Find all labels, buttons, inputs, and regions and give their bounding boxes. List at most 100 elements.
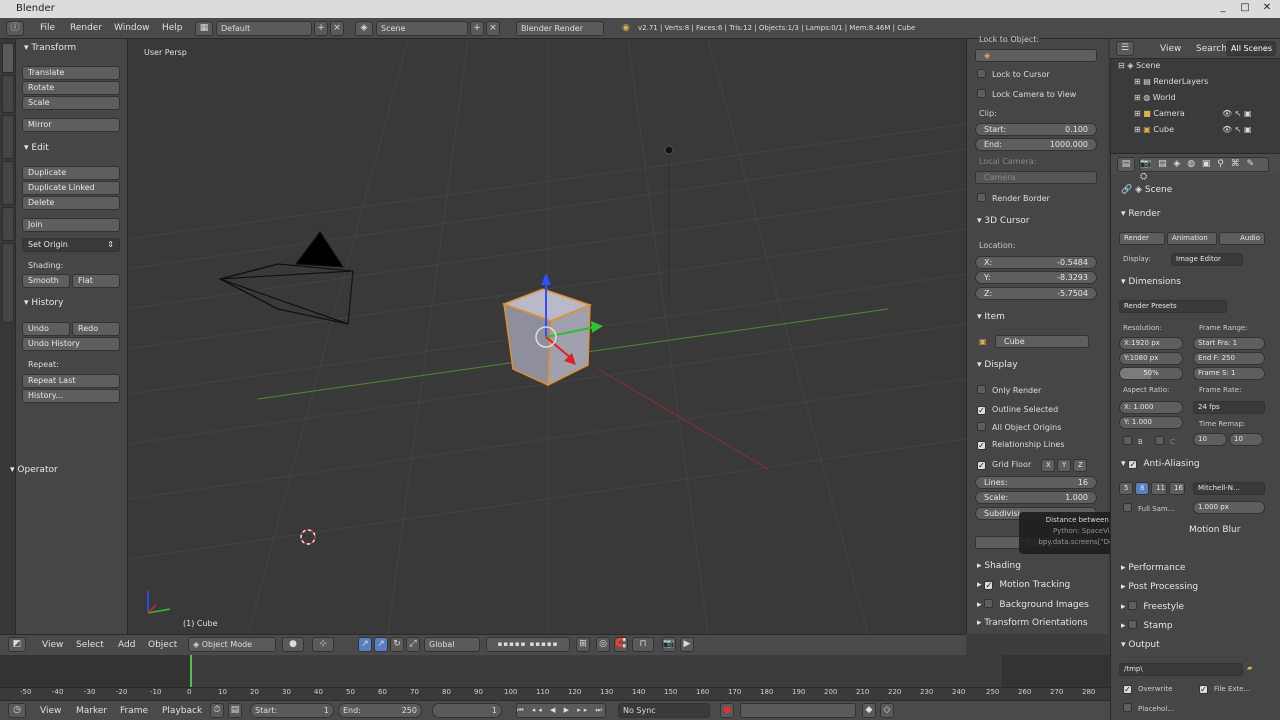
mirror-button[interactable]: Mirror (22, 118, 120, 132)
stamp-panel-header[interactable]: ▸ Stamp (1121, 620, 1173, 631)
flat-button[interactable]: Flat (72, 274, 120, 288)
current-frame-marker[interactable] (190, 655, 192, 687)
display-mode-dropdown[interactable]: Image Editor (1171, 253, 1243, 266)
operator-panel-header[interactable]: ▾ Operator (10, 465, 58, 475)
all-object-origins-checkbox[interactable]: All Object Origins (977, 422, 1061, 432)
view3d-menu-view[interactable]: View (42, 640, 63, 650)
start-frame-field[interactable]: Start: 1 (250, 703, 334, 718)
shading-panel-header[interactable]: ▸ Shading (977, 561, 1021, 571)
current-frame-field[interactable]: 1 (432, 703, 502, 718)
aa-samples-8[interactable]: 8 (1135, 482, 1149, 495)
minimize-button[interactable]: _ (1216, 2, 1230, 14)
rotate-button[interactable]: Rotate (22, 81, 120, 95)
translate-manipulator-icon[interactable]: ↗ (374, 637, 388, 652)
tab-animation[interactable] (2, 161, 14, 205)
grid-scale-field[interactable]: Scale: 1.000 (975, 491, 1097, 504)
transform-panel-header[interactable]: ▾ Transform (24, 43, 76, 53)
visibility-eye-icon[interactable]: 👁 ↖ ▣ (1222, 109, 1252, 118)
close-button[interactable]: ✕ (1260, 2, 1274, 14)
viewport-shading-icon[interactable]: ● (282, 637, 304, 652)
local-camera-field[interactable]: Camera (975, 171, 1097, 184)
repeat-last-button[interactable]: Repeat Last (22, 374, 120, 388)
record-icon[interactable]: ● (720, 703, 734, 718)
aa-filter-dropdown[interactable]: Mitchell-N... (1193, 482, 1265, 495)
aspect-y-field[interactable]: Y: 1.000 (1119, 416, 1183, 429)
preview-range-icon[interactable]: ⏱ (210, 703, 224, 718)
edit-panel-header[interactable]: ▾ Edit (24, 143, 49, 153)
delete-button[interactable]: Delete (22, 196, 120, 210)
cursor-y-field[interactable]: Y: -8.3293 (975, 271, 1097, 284)
outliner-editor-icon[interactable]: ☰ (1116, 41, 1134, 56)
item-panel-header[interactable]: ▾ Item (977, 312, 1005, 322)
view3d-editor-icon[interactable]: ◩ (8, 637, 26, 652)
freestyle-panel-header[interactable]: ▸ Freestyle (1121, 601, 1184, 612)
pivot-point-icon[interactable]: ⊹ (312, 637, 334, 652)
3d-cursor-panel-header[interactable]: ▾ 3D Cursor (977, 216, 1030, 226)
manipulator-toggle-icon[interactable]: ↗ (358, 637, 372, 652)
aa-samples-11[interactable]: 11 (1151, 482, 1167, 495)
properties-editor-icon[interactable]: ▤ (1117, 157, 1135, 172)
outliner-item-world[interactable]: ⊞ ◍ World (1134, 93, 1176, 102)
3d-viewport[interactable]: User Persp (1) Cube (128, 39, 966, 634)
clip-start-field[interactable]: Start: 0.100 (975, 123, 1097, 136)
outliner-item-camera[interactable]: ⊞ ■ Camera (1134, 109, 1185, 118)
tab-grease-pencil[interactable] (2, 243, 14, 323)
view3d-menu-select[interactable]: Select (76, 640, 104, 650)
placeholders-checkbox[interactable]: Placehol... (1123, 703, 1174, 713)
remove-layout-icon[interactable]: × (330, 21, 344, 36)
duplicate-linked-button[interactable]: Duplicate Linked (22, 181, 120, 195)
display-panel-header[interactable]: ▾ Display (977, 360, 1018, 370)
add-scene-icon[interactable]: + (470, 21, 484, 36)
snap-icon[interactable]: 🧲 (614, 637, 628, 652)
render-panel-header[interactable]: ▾ Render (1121, 209, 1160, 219)
grid-axis-z-toggle[interactable]: Z (1073, 459, 1087, 472)
timeline-menu-view[interactable]: View (40, 706, 61, 716)
timeline[interactable]: -50 -40 -30 -20 -10 0 10 20 30 40 50 60 … (0, 655, 1110, 700)
animation-button[interactable]: Animation (1167, 232, 1217, 245)
only-render-checkbox[interactable]: Only Render (977, 385, 1041, 395)
outliner-view-menu[interactable]: View (1160, 44, 1181, 54)
folder-icon[interactable]: ▰ (1247, 664, 1252, 672)
rotate-manipulator-icon[interactable]: ↻ (390, 637, 404, 652)
post-processing-panel-header[interactable]: ▸ Post Processing (1121, 582, 1198, 592)
undo-button[interactable]: Undo (22, 322, 70, 336)
transform-orientation-dropdown[interactable]: Global (424, 637, 480, 652)
file-extensions-checkbox[interactable]: ✓ File Exte... (1199, 685, 1250, 694)
scene-selector[interactable]: Scene (376, 21, 468, 36)
crop-checkbox[interactable]: C (1155, 436, 1175, 446)
render-button[interactable]: Render (1119, 232, 1165, 245)
history-panel-header[interactable]: ▾ History (24, 298, 63, 308)
outliner-item-cube[interactable]: ⊞ ▣ Cube (1134, 125, 1174, 134)
keying-set-field[interactable] (740, 703, 856, 718)
timeline-editor-icon[interactable]: ◷ (8, 703, 26, 718)
cursor-x-field[interactable]: X: -0.5484 (975, 256, 1097, 269)
timeline-menu-frame[interactable]: Frame (120, 706, 148, 716)
render-engine-selector[interactable]: Blender Render (516, 21, 604, 36)
grid-floor-checkbox[interactable]: ✓ Grid Floor (977, 460, 1031, 470)
layout-selector[interactable]: Default (216, 21, 312, 36)
remove-scene-icon[interactable]: × (486, 21, 500, 36)
layer-buttons[interactable]: ▪▪▪▪▪ ▪▪▪▪▪ (486, 637, 570, 652)
menu-help[interactable]: Help (162, 23, 183, 33)
lock-to-cursor-checkbox[interactable]: Lock to Cursor (977, 69, 1050, 79)
translate-button[interactable]: Translate (22, 66, 120, 80)
outliner-display-mode[interactable]: All Scenes (1226, 41, 1276, 56)
render-border-checkbox[interactable]: Render Border (977, 193, 1050, 203)
layout-grid-icon[interactable]: ▦ (195, 21, 213, 36)
end-frame-field[interactable]: End: 250 (338, 703, 422, 718)
frame-end-field[interactable]: End F: 250 (1193, 352, 1265, 365)
frame-rate-dropdown[interactable]: 24 fps (1193, 401, 1265, 414)
lock-object-field[interactable]: ◈ (975, 49, 1097, 62)
resolution-percentage-slider[interactable]: 50% (1119, 367, 1183, 380)
redo-button[interactable]: Redo (72, 322, 120, 336)
output-path-field[interactable]: /tmp\ (1119, 663, 1243, 676)
duplicate-button[interactable]: Duplicate (22, 166, 120, 180)
tab-relations[interactable] (2, 115, 14, 159)
tab-tools[interactable] (2, 43, 14, 73)
filter-size-field[interactable]: 1.000 px (1193, 501, 1265, 514)
background-images-panel-header[interactable]: ▸ Background Images (977, 599, 1089, 610)
performance-panel-header[interactable]: ▸ Performance (1121, 563, 1185, 573)
tab-create[interactable] (2, 75, 14, 113)
resolution-x-field[interactable]: X:1920 px (1119, 337, 1183, 350)
lock-camera-checkbox[interactable]: Lock Camera to View (977, 89, 1076, 99)
